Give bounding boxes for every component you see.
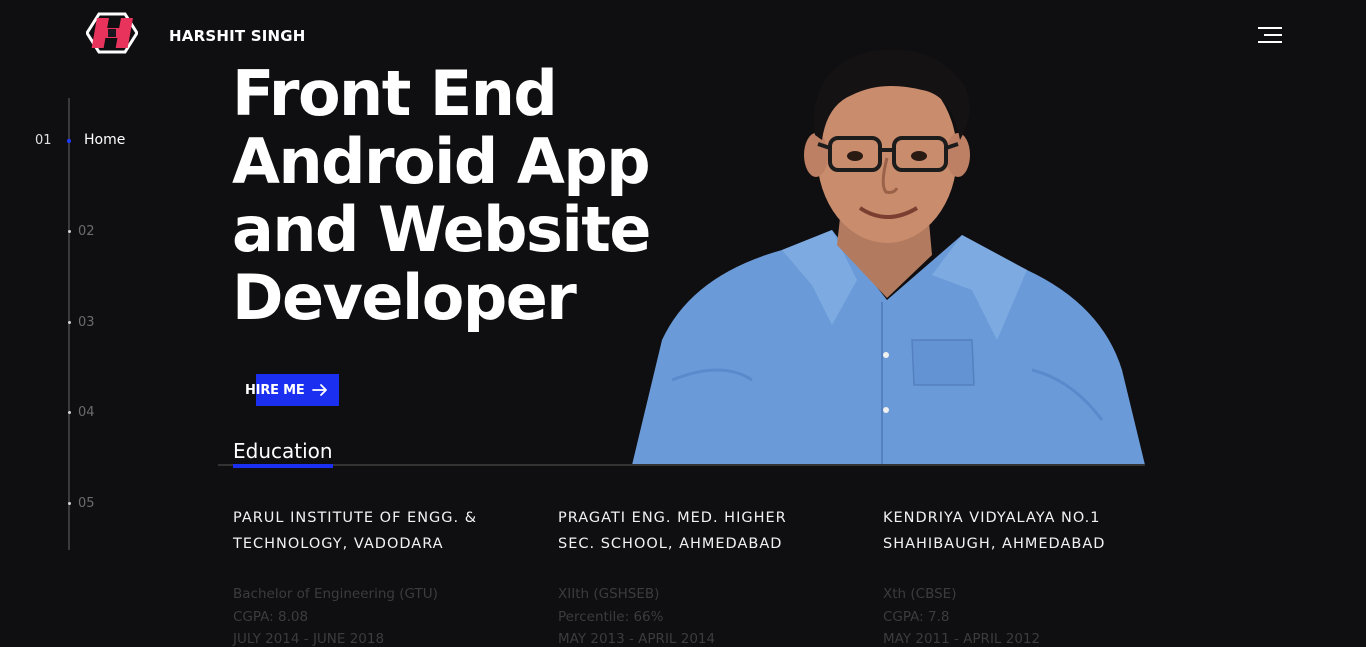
education-heading: Education bbox=[233, 439, 333, 463]
sidenav-item-04[interactable]: 04 bbox=[78, 405, 95, 420]
school-name: PRAGATI ENG. MED. HIGHER SEC. SCHOOL, AH… bbox=[558, 505, 848, 557]
headline-line: Android App bbox=[232, 125, 651, 198]
sidenav-item-home[interactable]: Home bbox=[84, 132, 125, 148]
school-details: XIIth (GSHSEB) Percentile: 66% MAY 2013 … bbox=[558, 583, 848, 647]
sidenav-track bbox=[68, 98, 70, 550]
school-card-kendriya: KENDRIYA VIDYALAYA NO.1 SHAHIBAUGH, AHME… bbox=[883, 505, 1173, 647]
school-name-line: PRAGATI ENG. MED. HIGHER bbox=[558, 510, 787, 526]
sidenav-dot bbox=[68, 321, 71, 324]
arrow-right-icon[interactable] bbox=[312, 382, 328, 398]
school-details: Bachelor of Engineering (GTU) CGPA: 8.08… bbox=[233, 583, 523, 647]
school-dates: MAY 2011 - APRIL 2012 bbox=[883, 631, 1041, 647]
school-dates: JULY 2014 - JUNE 2018 bbox=[233, 631, 385, 647]
school-details: Xth (CBSE) CGPA: 7.8 MAY 2011 - APRIL 20… bbox=[883, 583, 1173, 647]
school-score: CGPA: 7.8 bbox=[883, 608, 950, 625]
school-score: CGPA: 8.08 bbox=[233, 608, 309, 625]
sidenav-dot bbox=[68, 411, 71, 414]
school-degree: Bachelor of Engineering (GTU) bbox=[233, 586, 438, 602]
school-name-line: SEC. SCHOOL, AHMEDABAD bbox=[558, 536, 783, 552]
logo-icon[interactable] bbox=[86, 12, 138, 54]
hamburger-menu-icon[interactable] bbox=[1258, 24, 1286, 46]
school-name-line: TECHNOLOGY, VADODARA bbox=[233, 536, 444, 552]
sidenav-item-03[interactable]: 03 bbox=[78, 315, 95, 330]
sidenav-active-number[interactable]: 01 bbox=[35, 133, 52, 148]
education-heading-underline bbox=[233, 464, 333, 468]
school-degree: XIIth (GSHSEB) bbox=[558, 586, 660, 602]
school-name: KENDRIYA VIDYALAYA NO.1 SHAHIBAUGH, AHME… bbox=[883, 505, 1173, 557]
school-name-line: PARUL INSTITUTE OF ENGG. & bbox=[233, 510, 478, 526]
school-name-line: KENDRIYA VIDYALAYA NO.1 bbox=[883, 510, 1101, 526]
school-name-line: SHAHIBAUGH, AHMEDABAD bbox=[883, 536, 1106, 552]
headline-line: Developer bbox=[232, 261, 577, 334]
school-score: Percentile: 66% bbox=[558, 608, 664, 625]
education-divider bbox=[218, 464, 1145, 466]
hero-headline: Front End Android App and Website Develo… bbox=[232, 57, 651, 334]
sidenav-active-dot bbox=[67, 139, 71, 143]
hire-me-label[interactable]: HIRE ME bbox=[245, 383, 305, 398]
headline-line: and Website bbox=[232, 193, 651, 266]
sidenav-dot bbox=[68, 230, 71, 233]
school-degree: Xth (CBSE) bbox=[883, 586, 957, 602]
sidenav-dot bbox=[68, 502, 71, 505]
headline-line: Front End bbox=[232, 57, 558, 130]
sidenav-item-02[interactable]: 02 bbox=[78, 224, 95, 239]
school-card-parul: PARUL INSTITUTE OF ENGG. & TECHNOLOGY, V… bbox=[233, 505, 523, 647]
profile-photo bbox=[632, 49, 1145, 465]
sidenav-item-05[interactable]: 05 bbox=[78, 496, 95, 511]
school-card-pragati: PRAGATI ENG. MED. HIGHER SEC. SCHOOL, AH… bbox=[558, 505, 848, 647]
school-name: PARUL INSTITUTE OF ENGG. & TECHNOLOGY, V… bbox=[233, 505, 523, 557]
brand-name[interactable]: HARSHIT SINGH bbox=[169, 27, 306, 45]
school-dates: MAY 2013 - APRIL 2014 bbox=[558, 631, 716, 647]
